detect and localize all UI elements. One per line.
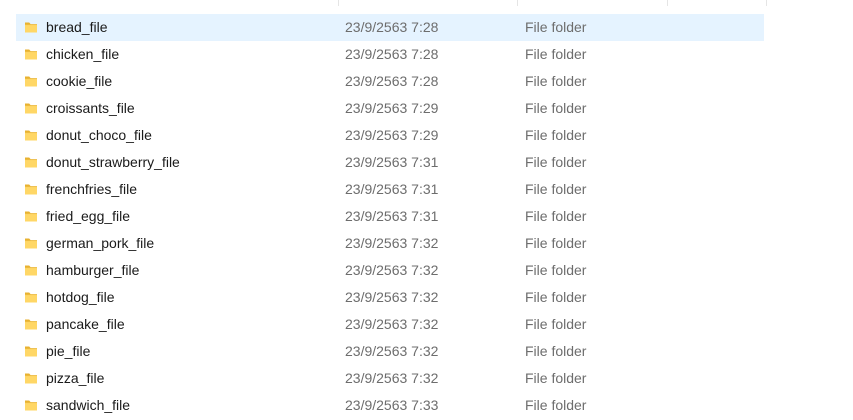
file-type: File folder [525,100,587,116]
file-date-modified: 23/9/2563 7:28 [345,46,439,62]
column-divider[interactable] [667,0,668,6]
file-date-modified: 23/9/2563 7:31 [345,154,439,170]
file-type: File folder [525,343,587,359]
file-row[interactable]: german_pork_file 23/9/2563 7:32 File fol… [16,230,764,257]
file-type: File folder [525,262,587,278]
file-type: File folder [525,289,587,305]
file-name: croissants_file [46,100,135,116]
file-name: pizza_file [46,370,105,386]
folder-icon [24,182,38,196]
file-type: File folder [525,316,587,332]
file-name: fried_egg_file [46,208,131,224]
file-type: File folder [525,73,587,89]
folder-icon [24,398,38,412]
file-row[interactable]: bread_file 23/9/2563 7:28 File folder [16,14,764,41]
file-name: hotdog_file [46,289,115,305]
file-name: hamburger_file [46,262,140,278]
column-divider[interactable] [338,0,339,6]
file-row[interactable]: hamburger_file 23/9/2563 7:32 File folde… [16,257,764,284]
file-date-modified: 23/9/2563 7:32 [345,262,439,278]
file-date-modified: 23/9/2563 7:33 [345,397,439,413]
file-date-modified: 23/9/2563 7:29 [345,127,439,143]
file-type: File folder [525,46,587,62]
column-divider[interactable] [766,0,767,6]
file-date-modified: 23/9/2563 7:31 [345,208,439,224]
column-divider[interactable] [517,0,518,6]
file-name: donut_strawberry_file [46,154,180,170]
file-date-modified: 23/9/2563 7:32 [345,289,439,305]
folder-icon [24,128,38,142]
file-row[interactable]: croissants_file 23/9/2563 7:29 File fold… [16,95,764,122]
file-row[interactable]: fried_egg_file 23/9/2563 7:31 File folde… [16,203,764,230]
file-row[interactable]: chicken_file 23/9/2563 7:28 File folder [16,41,764,68]
folder-icon [24,20,38,34]
file-type: File folder [525,127,587,143]
folder-icon [24,344,38,358]
folder-icon [24,317,38,331]
file-row[interactable]: frenchfries_file 23/9/2563 7:31 File fol… [16,176,764,203]
file-date-modified: 23/9/2563 7:28 [345,19,439,35]
file-date-modified: 23/9/2563 7:28 [345,73,439,89]
file-type: File folder [525,19,587,35]
folder-icon [24,74,38,88]
file-row[interactable]: cookie_file 23/9/2563 7:28 File folder [16,68,764,95]
file-name: sandwich_file [46,397,131,413]
file-type: File folder [525,235,587,251]
file-date-modified: 23/9/2563 7:32 [345,343,439,359]
file-date-modified: 23/9/2563 7:29 [345,100,439,116]
folder-icon [24,263,38,277]
folder-icon [24,101,38,115]
file-row[interactable]: sandwich_file 23/9/2563 7:33 File folder [16,392,764,419]
file-type: File folder [525,208,587,224]
file-row[interactable]: pancake_file 23/9/2563 7:32 File folder [16,311,764,338]
folder-icon [24,371,38,385]
file-row[interactable]: pie_file 23/9/2563 7:32 File folder [16,338,764,365]
file-type: File folder [525,154,587,170]
file-row[interactable]: hotdog_file 23/9/2563 7:32 File folder [16,284,764,311]
file-type: File folder [525,370,587,386]
file-type: File folder [525,397,587,413]
file-row[interactable]: pizza_file 23/9/2563 7:32 File folder [16,365,764,392]
file-name: chicken_file [46,46,120,62]
file-name: bread_file [46,19,108,35]
folder-icon [24,47,38,61]
file-explorer-view: bread_file 23/9/2563 7:28 File folder ch… [0,0,853,420]
folder-icon [24,290,38,304]
file-type: File folder [525,181,587,197]
file-date-modified: 23/9/2563 7:32 [345,316,439,332]
file-name: frenchfries_file [46,181,138,197]
file-date-modified: 23/9/2563 7:32 [345,235,439,251]
file-row[interactable]: donut_choco_file 23/9/2563 7:29 File fol… [16,122,764,149]
folder-icon [24,209,38,223]
file-date-modified: 23/9/2563 7:32 [345,370,439,386]
file-name: donut_choco_file [46,127,152,143]
file-name: pie_file [46,343,91,359]
file-row[interactable]: donut_strawberry_file 23/9/2563 7:31 Fil… [16,149,764,176]
file-name: german_pork_file [46,235,155,251]
file-name: cookie_file [46,73,113,89]
file-date-modified: 23/9/2563 7:31 [345,181,439,197]
file-list: bread_file 23/9/2563 7:28 File folder ch… [16,14,764,419]
folder-icon [24,236,38,250]
folder-icon [24,155,38,169]
file-name: pancake_file [46,316,125,332]
